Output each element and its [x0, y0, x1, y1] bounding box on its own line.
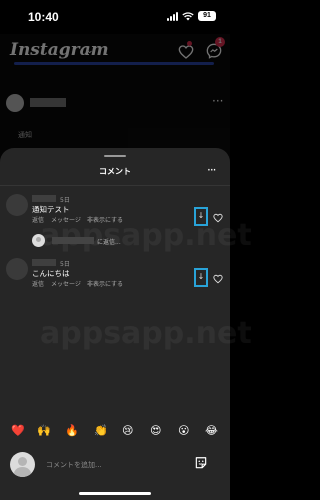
sheet-title: コメント: [99, 167, 131, 176]
comment-compose-bar: [0, 448, 230, 500]
emoji-surprised[interactable]: 😮: [178, 424, 189, 437]
emoji-crying[interactable]: 😢: [122, 424, 133, 437]
emoji-clap[interactable]: 👏: [94, 424, 108, 437]
commenter-name-redacted: [32, 195, 56, 202]
status-icons: 91: [167, 11, 216, 21]
sheet-more-icon[interactable]: ···: [207, 163, 217, 177]
emoji-fire[interactable]: 🔥: [65, 424, 79, 437]
divider: [0, 185, 230, 186]
reply-avatar: [32, 234, 45, 247]
emoji-reaction-row: ❤️ 🙌 🔥 👏 😢 😍 😮 😂: [0, 424, 230, 444]
hide-button[interactable]: 非表示にする: [87, 279, 123, 288]
post-more-icon[interactable]: ···: [212, 94, 223, 108]
wifi-icon: [182, 11, 194, 20]
emoji-raised-hands[interactable]: 🙌: [37, 424, 51, 437]
activity-heart-icon[interactable]: [178, 44, 194, 60]
battery-icon: 91: [198, 11, 216, 21]
comment-time: 5日: [60, 197, 70, 204]
comment-text: 通知テスト: [32, 205, 70, 214]
post-caption: 通知: [18, 131, 32, 139]
comments-sheet: コメント ··· appsapp.net appsapp.net 5日 通知テス…: [0, 148, 252, 500]
notification-dot: [187, 41, 192, 46]
commenter-name-redacted: [32, 259, 56, 266]
signal-icon: [167, 11, 178, 21]
heart-icon[interactable]: [213, 213, 223, 223]
chevron-down-icon: ⌄: [86, 46, 94, 56]
sheet-drag-handle[interactable]: [104, 155, 126, 157]
commenter-avatar[interactable]: [6, 258, 28, 280]
down-arrow-icon: ↓: [197, 272, 205, 281]
commenter-avatar[interactable]: [6, 194, 28, 216]
down-arrow-highlight[interactable]: ↓: [194, 207, 208, 226]
comment-input[interactable]: [46, 457, 186, 473]
down-arrow-icon: ↓: [197, 211, 205, 220]
reply-button[interactable]: 返信: [32, 215, 44, 224]
reply-username-redacted: [52, 237, 94, 244]
emoji-heart-eyes[interactable]: 😍: [150, 424, 161, 437]
emoji-laughing[interactable]: 😂: [205, 424, 218, 437]
reply-button[interactable]: 返信: [32, 279, 44, 288]
hide-button[interactable]: 非表示にする: [87, 215, 123, 224]
user-avatar: [10, 452, 35, 477]
emoji-heart[interactable]: ❤️: [11, 424, 25, 437]
reply-label: に返信...: [97, 239, 121, 246]
story-progress-line: [14, 62, 214, 65]
status-bar: 10:40 91: [0, 0, 230, 34]
watermark: appsapp.net: [40, 316, 252, 351]
post-avatar[interactable]: [6, 94, 24, 112]
home-indicator[interactable]: [79, 492, 151, 495]
message-button[interactable]: メッセージ: [51, 279, 81, 288]
post-username-redacted: [30, 98, 66, 107]
sticker-icon[interactable]: [194, 456, 208, 470]
comment-text: こんにちは: [32, 269, 70, 278]
down-arrow-highlight[interactable]: ↓: [194, 268, 208, 287]
instagram-logo[interactable]: Instagram: [10, 40, 109, 60]
messenger-badge: 1: [215, 37, 225, 47]
status-time: 10:40: [28, 10, 59, 24]
comment-time: 5日: [60, 261, 70, 268]
heart-icon[interactable]: [213, 274, 223, 284]
message-button[interactable]: メッセージ: [51, 215, 81, 224]
